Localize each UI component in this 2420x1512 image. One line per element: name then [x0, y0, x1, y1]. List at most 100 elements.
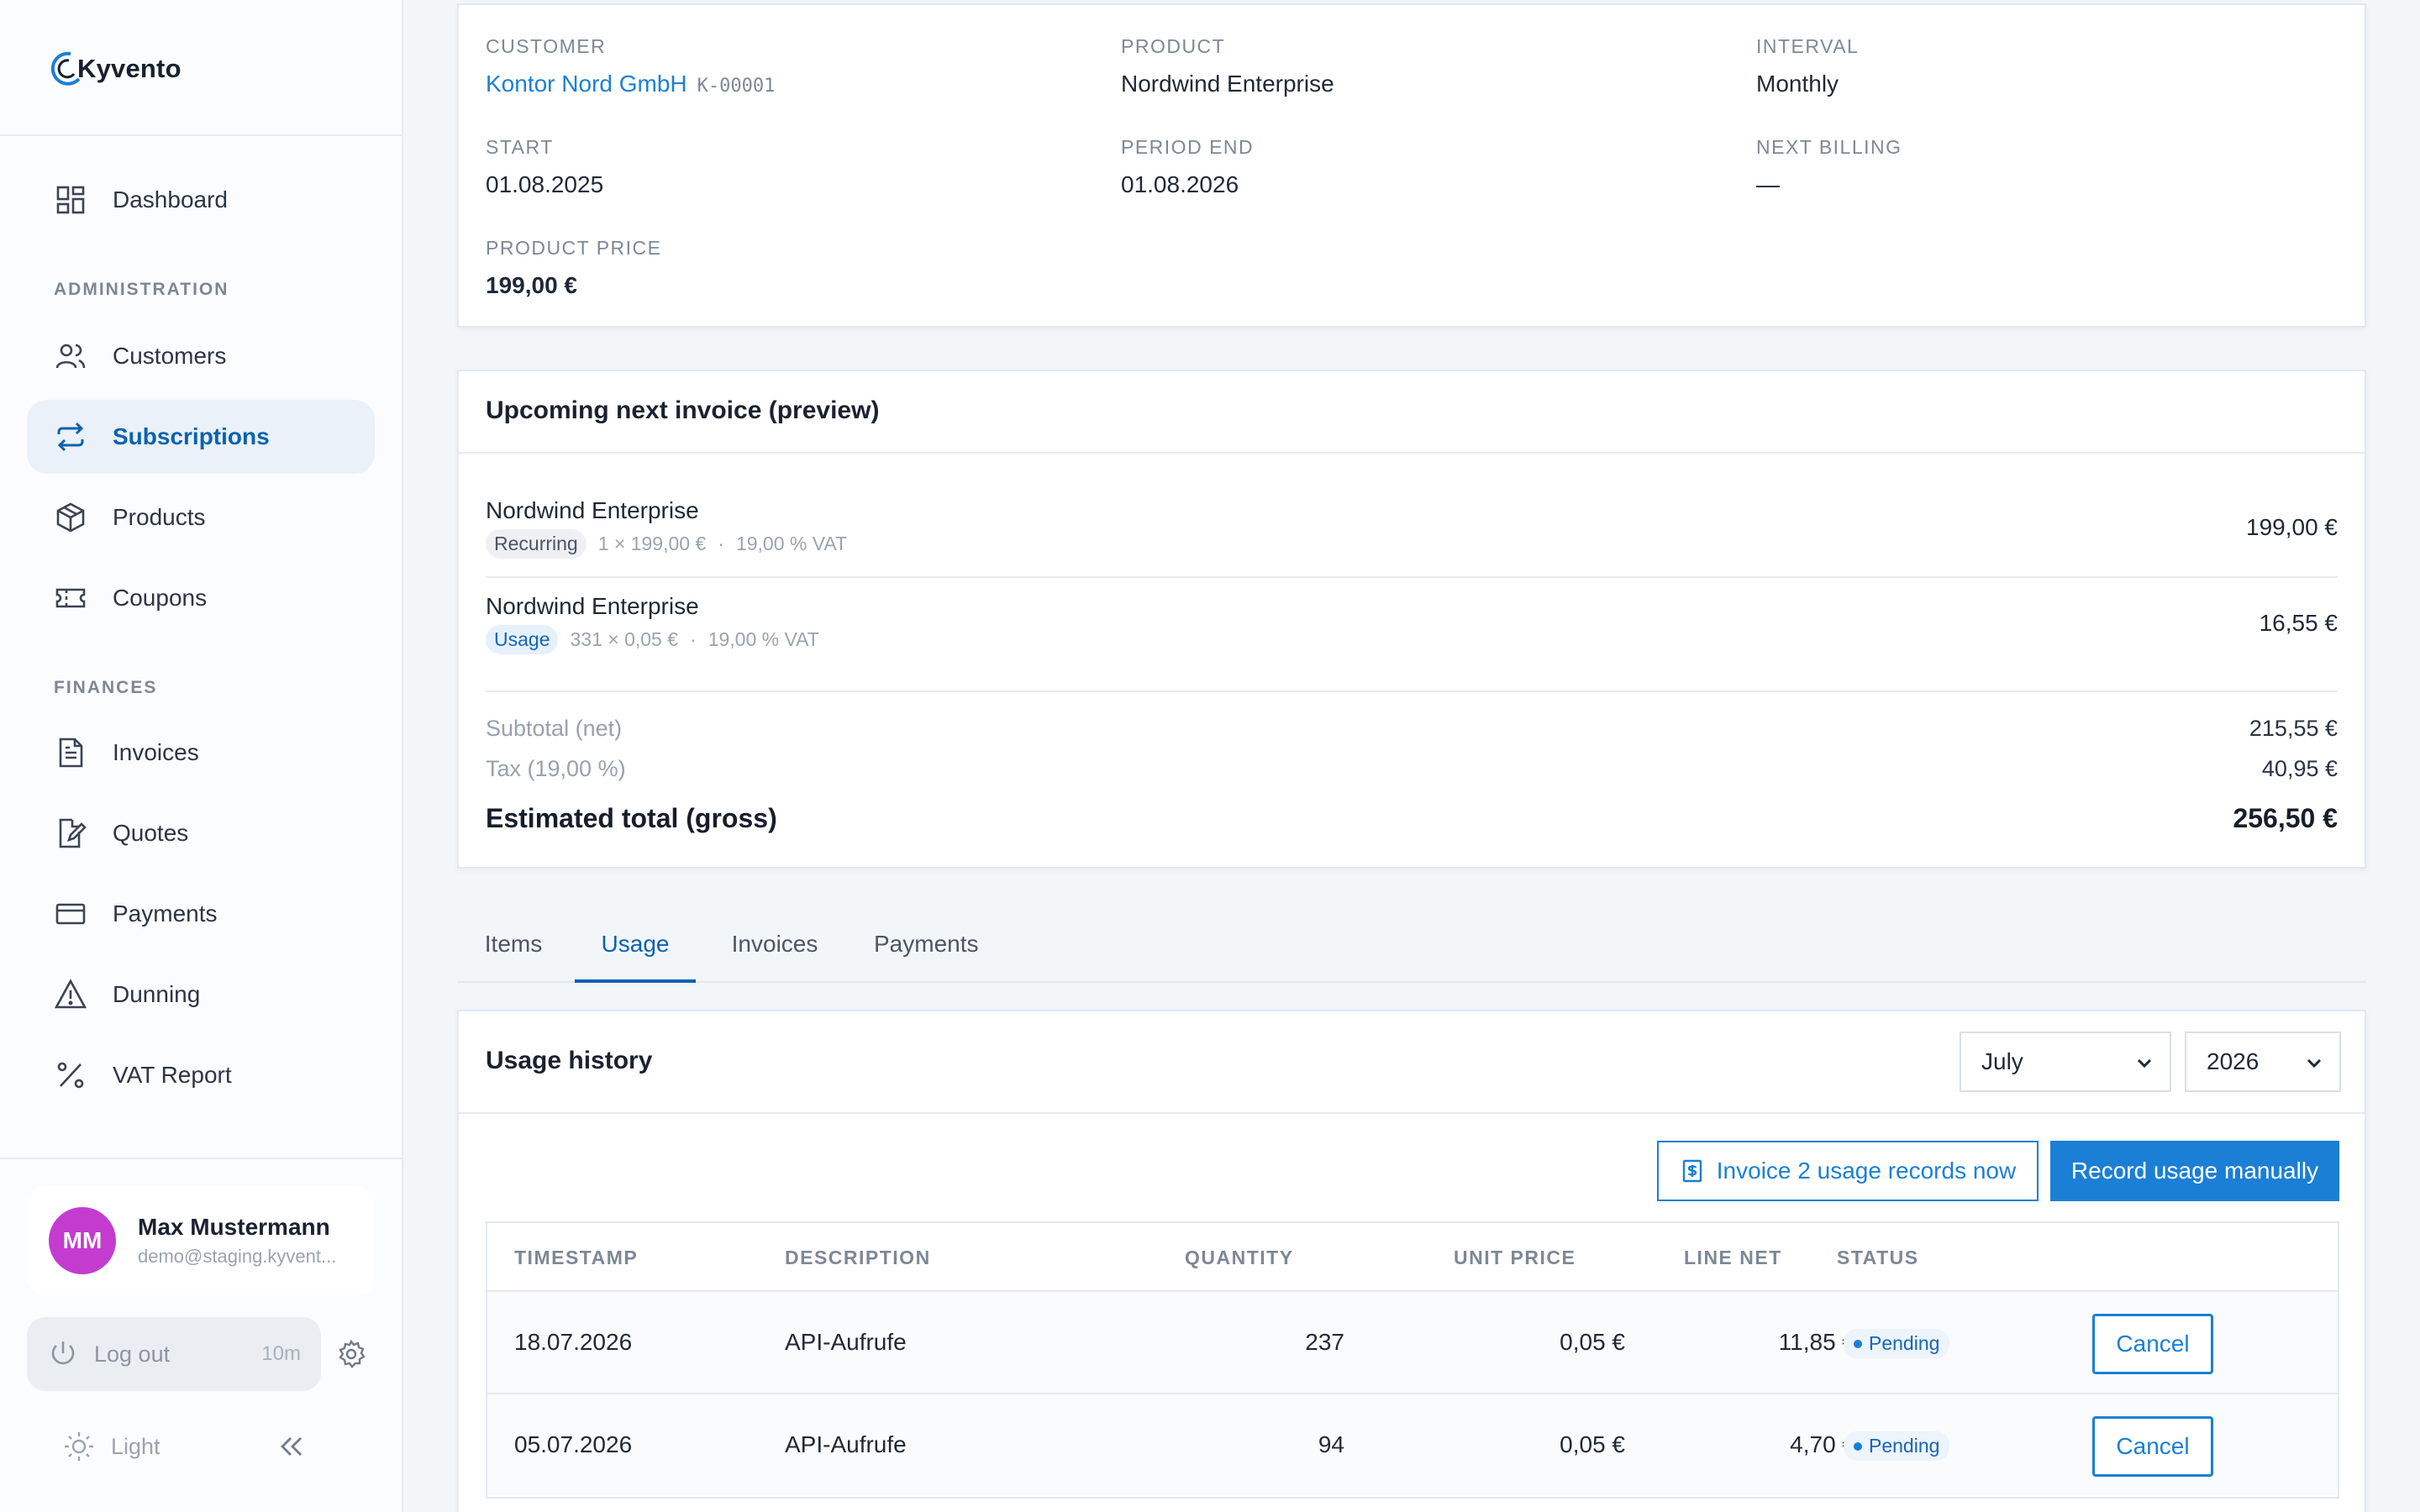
sidebar-item-label: Products	[113, 504, 206, 530]
usage-history-card: Usage history July 2026 Invoice 2 usage …	[457, 1010, 2366, 1512]
invoice-line-name: Nordwind Enterprise	[486, 497, 699, 523]
product-label: PRODUCT	[1121, 35, 1226, 57]
chevrons-left-icon[interactable]	[274, 1430, 308, 1463]
warning-icon	[54, 978, 87, 1011]
period-end-value: 01.08.2026	[1121, 171, 1239, 197]
sun-icon	[65, 1432, 93, 1461]
period-end-label: PERIOD END	[1121, 136, 1255, 158]
sidebar-item-label: Coupons	[113, 585, 208, 611]
tab-items[interactable]: Items	[484, 907, 543, 983]
dashboard-icon	[54, 183, 87, 217]
invoice-line-meta: Usage 331 × 0,05 € · 19,00 % VAT	[486, 625, 819, 654]
invoice-line-qty: 331 × 0,05 €	[570, 628, 679, 650]
sidebar-item-label: Dunning	[113, 981, 201, 1007]
invoice-preview-title: Upcoming next invoice (preview)	[486, 396, 880, 424]
subtotal-value: 215,55 €	[2249, 716, 2338, 741]
product-price-label: PRODUCT PRICE	[486, 237, 662, 259]
sidebar-item-quotes[interactable]: Quotes	[27, 796, 375, 870]
tax-label: Tax (19,00 %)	[486, 756, 626, 781]
divider	[459, 452, 2365, 454]
sidebar-divider	[0, 134, 402, 136]
sidebar-item-label: Invoices	[113, 739, 199, 765]
sidebar-item-dashboard[interactable]: Dashboard	[27, 163, 375, 237]
nav-section-finances: FINANCES	[54, 678, 158, 697]
sidebar-item-coupons[interactable]: Coupons	[27, 561, 375, 635]
avatar: MM	[49, 1207, 116, 1274]
user-name: Max Mustermann	[138, 1214, 330, 1240]
usage-history-title: Usage history	[486, 1047, 653, 1074]
product-price-value: 199,00 €	[486, 272, 577, 298]
sidebar-item-payments[interactable]: Payments	[27, 877, 375, 951]
month-select[interactable]: July	[1960, 1032, 2171, 1092]
tab-invoices[interactable]: Invoices	[728, 907, 822, 983]
theme-toggle[interactable]: Light	[62, 1430, 160, 1463]
sidebar-item-subscriptions[interactable]: Subscriptions	[27, 400, 375, 474]
chevron-down-icon	[2307, 1058, 2322, 1068]
sidebar-item-label: Quotes	[113, 820, 189, 846]
cell-timestamp: 18.07.2026	[514, 1329, 633, 1355]
table-row: 18.07.2026 API-Aufrufe 237 0,05 € 11,85 …	[487, 1290, 2338, 1393]
invoice-preview-card: Upcoming next invoice (preview) Nordwind…	[457, 370, 2366, 869]
product-value: Nordwind Enterprise	[1121, 71, 1334, 97]
percent-icon	[54, 1058, 87, 1092]
credit-card-icon	[54, 897, 87, 931]
sidebar-item-label: Customers	[113, 343, 227, 369]
invoice-usage-now-button[interactable]: Invoice 2 usage records now	[1657, 1141, 2039, 1201]
year-select-value: 2026	[2207, 1048, 2260, 1074]
tab-payments[interactable]: Payments	[874, 907, 979, 983]
repeat-icon	[54, 420, 87, 454]
brand-name: Kyvento	[77, 54, 182, 83]
sidebar-item-vat-report[interactable]: VAT Report	[27, 1038, 375, 1112]
gear-icon[interactable]	[334, 1337, 368, 1371]
ticket-icon	[54, 581, 87, 615]
separator: ·	[718, 533, 724, 554]
interval-label: INTERVAL	[1756, 35, 1860, 57]
sidebar-item-label: VAT Report	[113, 1062, 232, 1088]
tab-usage[interactable]: Usage	[575, 907, 696, 983]
nav-section-administration: ADMINISTRATION	[54, 280, 229, 299]
usage-table: TIMESTAMP DESCRIPTION QUANTITY UNIT PRIC…	[486, 1221, 2339, 1499]
document-icon	[54, 736, 87, 769]
subscription-details-card: CUSTOMER Kontor Nord GmbH K-00001 PRODUCT…	[457, 3, 2366, 328]
start-value: 01.08.2025	[486, 171, 604, 197]
interval-value: Monthly	[1756, 71, 1839, 97]
divider	[486, 690, 2338, 692]
theme-label: Light	[111, 1433, 160, 1459]
separator: ·	[690, 628, 697, 650]
invoice-icon	[1682, 1159, 1702, 1183]
year-select[interactable]: 2026	[2185, 1032, 2341, 1092]
cancel-button[interactable]: Cancel	[2092, 1416, 2213, 1477]
status-badge: Pending	[1844, 1329, 1950, 1358]
cancel-button[interactable]: Cancel	[2092, 1314, 2213, 1374]
sidebar-divider	[0, 1158, 402, 1159]
invoice-line-amount: 16,55 €	[2259, 610, 2338, 636]
cell-description: API-Aufrufe	[785, 1431, 907, 1457]
sidebar-item-products[interactable]: Products	[27, 480, 375, 554]
user-card[interactable]: MM Max Mustermann demo@staging.kyvent...	[27, 1186, 375, 1295]
sidebar-item-invoices[interactable]: Invoices	[27, 716, 375, 790]
column-header: DESCRIPTION	[785, 1247, 931, 1268]
brand-logo[interactable]: Kyvento	[45, 44, 182, 94]
customer-link[interactable]: Kontor Nord GmbH	[486, 71, 687, 97]
recurring-badge: Recurring	[486, 529, 587, 559]
tax-value: 40,95 €	[2261, 756, 2338, 781]
cell-description: API-Aufrufe	[785, 1329, 907, 1355]
logout-button[interactable]: Log out 10m	[27, 1317, 321, 1391]
start-label: START	[486, 136, 554, 158]
sidebar-item-customers[interactable]: Customers	[27, 319, 375, 393]
cell-quantity: 94	[1318, 1431, 1344, 1457]
sidebar-item-label: Subscriptions	[113, 423, 270, 449]
divider	[459, 1112, 2365, 1114]
chevron-down-icon	[2137, 1058, 2152, 1068]
status-badge: Pending	[1844, 1431, 1950, 1461]
column-header: LINE NET	[1684, 1247, 1782, 1268]
session-timer: 10m	[261, 1342, 301, 1365]
column-header: TIMESTAMP	[514, 1247, 639, 1268]
user-email: demo@staging.kyvent...	[138, 1246, 337, 1267]
cell-line-net: 11,85 €	[1778, 1329, 1855, 1355]
cell-line-net: 4,70 €	[1790, 1431, 1855, 1457]
sidebar-item-dunning[interactable]: Dunning	[27, 958, 375, 1032]
usage-badge: Usage	[486, 625, 559, 654]
customer-value: Kontor Nord GmbH K-00001	[486, 71, 775, 97]
record-usage-button[interactable]: Record usage manually	[2050, 1141, 2339, 1201]
